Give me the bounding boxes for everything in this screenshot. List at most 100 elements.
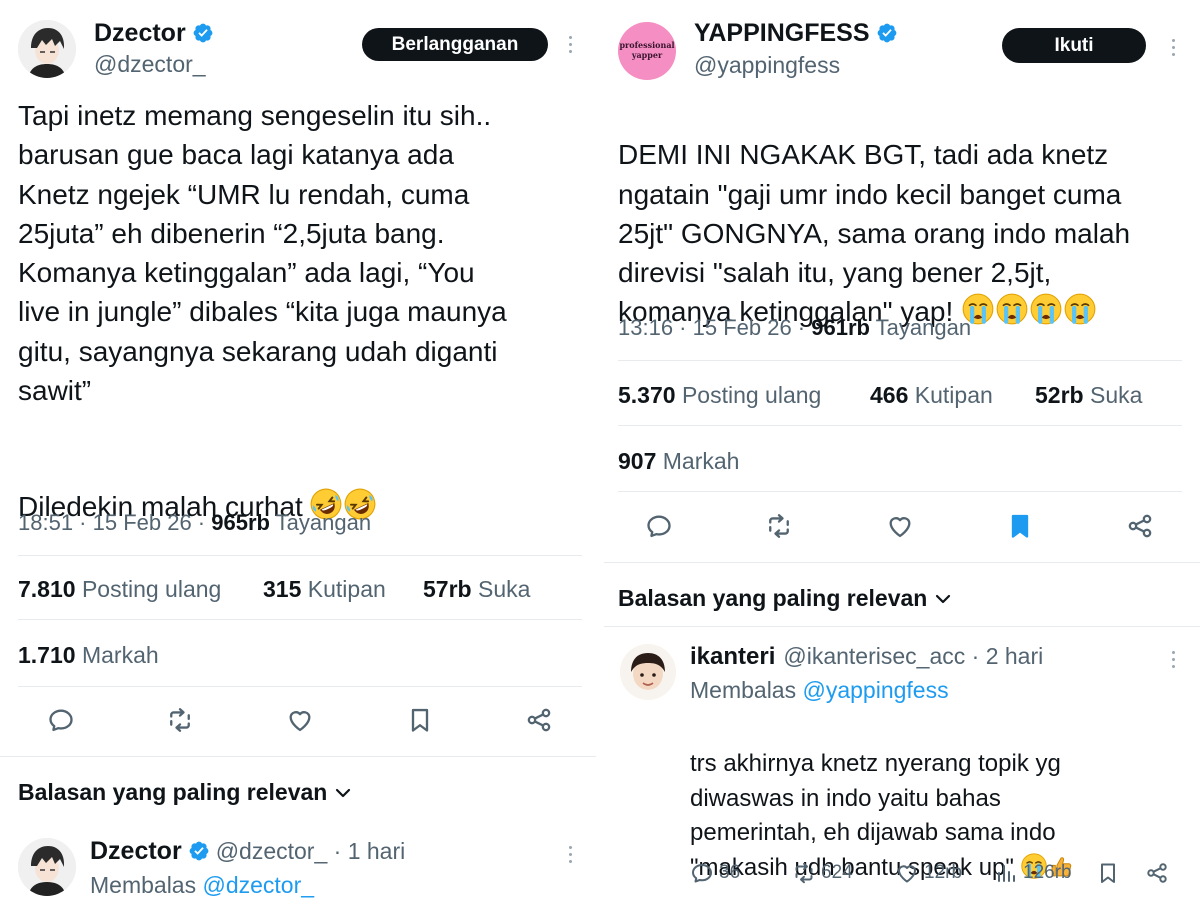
likes-label: Suka bbox=[471, 576, 531, 602]
reposts-label: Posting ulang bbox=[675, 382, 822, 408]
divider bbox=[618, 425, 1182, 426]
divider bbox=[18, 555, 582, 556]
heart-icon bbox=[286, 706, 314, 734]
reply-icon bbox=[690, 861, 714, 885]
author-avatar[interactable] bbox=[18, 20, 76, 78]
subscribe-button[interactable]: Berlangganan bbox=[362, 28, 548, 61]
verified-badge-icon bbox=[876, 22, 898, 44]
replying-to: Membalas @dzector_ bbox=[90, 872, 314, 899]
reply-avatar[interactable] bbox=[620, 644, 676, 700]
bookmarks-stat[interactable]: 1.710 Markah bbox=[18, 642, 159, 669]
quotes-stat[interactable]: 466 Kutipan bbox=[870, 382, 993, 409]
bookmark-button[interactable] bbox=[403, 703, 437, 737]
replying-to-link[interactable]: @dzector_ bbox=[202, 872, 314, 898]
quotes-stat[interactable]: 315 Kutipan bbox=[263, 576, 386, 603]
reposts-count: 5.370 bbox=[618, 382, 676, 408]
share-button[interactable] bbox=[522, 703, 556, 737]
share-button[interactable] bbox=[1123, 509, 1157, 543]
child-photo-avatar-icon bbox=[620, 644, 676, 700]
tweet-meta: 18:51 · 15 Feb 26 · 965rb Tayangan bbox=[18, 510, 371, 536]
bookmarks-label: Markah bbox=[75, 642, 159, 668]
reply-repost-button[interactable]: 624 bbox=[792, 861, 853, 885]
view-count: 965rb bbox=[211, 510, 270, 535]
replying-to-label: Membalas bbox=[90, 872, 203, 898]
more-options-icon[interactable] bbox=[567, 36, 573, 53]
bookmark-button[interactable] bbox=[1003, 509, 1037, 543]
reply-author-name[interactable]: Dzector bbox=[90, 837, 182, 865]
bookmarks-label: Markah bbox=[656, 448, 740, 474]
tweet-meta: 13:16 · 15 Feb 26 · 961rb Tayangan bbox=[618, 315, 971, 341]
replies-sort-dropdown[interactable]: Balasan yang paling relevan bbox=[618, 585, 951, 612]
reply-like-button[interactable]: 12rb bbox=[895, 861, 962, 885]
reply-author-handle[interactable]: @dzector_ bbox=[216, 838, 328, 864]
author-handle[interactable]: @dzector_ bbox=[94, 51, 206, 78]
repost-icon bbox=[792, 861, 816, 885]
reply-avatar[interactable] bbox=[18, 838, 76, 896]
views-label: Tayangan bbox=[269, 510, 372, 535]
likes-label: Suka bbox=[1083, 382, 1143, 408]
bookmark-icon bbox=[406, 706, 434, 734]
likes-stat[interactable]: 57rb Suka bbox=[423, 576, 530, 603]
reply-reply-button[interactable]: 36 bbox=[690, 861, 740, 885]
reply-likes-count: 12rb bbox=[924, 862, 963, 883]
view-count: 961rb bbox=[811, 315, 870, 340]
repost-icon bbox=[166, 706, 194, 734]
reply-button[interactable] bbox=[44, 703, 78, 737]
author-handle[interactable]: @yappingfess bbox=[694, 52, 840, 79]
reply-bookmark-button[interactable] bbox=[1096, 861, 1120, 885]
reply-views-button[interactable]: 126rb bbox=[994, 861, 1072, 885]
reply-reposts-count: 624 bbox=[821, 862, 853, 883]
author-name[interactable]: YAPPINGFESS bbox=[694, 19, 870, 47]
like-button[interactable] bbox=[883, 509, 917, 543]
replies-sort-label: Balasan yang paling relevan bbox=[618, 585, 928, 611]
tweet-text: Tapi inetz memang sengeselin itu sih.. b… bbox=[18, 100, 507, 407]
reply-more-options-icon[interactable] bbox=[1170, 651, 1176, 668]
reply-time[interactable]: · 2 hari bbox=[965, 643, 1044, 669]
heart-icon bbox=[886, 512, 914, 540]
replies-sort-dropdown[interactable]: Balasan yang paling relevan bbox=[18, 779, 351, 806]
like-button[interactable] bbox=[283, 703, 317, 737]
reply-header: Dzector @dzector_ · 1 hari bbox=[90, 837, 405, 866]
author-name-row[interactable]: Dzector bbox=[94, 19, 214, 48]
divider bbox=[18, 686, 582, 687]
quotes-count: 315 bbox=[263, 576, 302, 602]
share-icon bbox=[1145, 861, 1169, 885]
tweet-text: DEMI INI NGAKAK BGT, tadi ada knetz ngat… bbox=[618, 96, 1196, 332]
divider bbox=[604, 626, 1200, 627]
bookmarks-stat[interactable]: 907 Markah bbox=[618, 448, 739, 475]
bookmark-filled-icon bbox=[1006, 512, 1034, 540]
reposts-stat[interactable]: 7.810 Posting ulang bbox=[18, 576, 221, 603]
author-avatar[interactable]: professional yapper bbox=[618, 22, 676, 80]
divider bbox=[618, 360, 1182, 361]
bookmarks-count: 907 bbox=[618, 448, 657, 474]
follow-button[interactable]: Ikuti bbox=[1002, 28, 1146, 63]
divider bbox=[618, 491, 1182, 492]
chevron-down-icon bbox=[336, 788, 351, 798]
bookmark-icon bbox=[1096, 861, 1120, 885]
share-icon bbox=[1126, 512, 1154, 540]
reply-time[interactable]: · 1 hari bbox=[327, 838, 406, 864]
reply-icon bbox=[47, 706, 75, 734]
reply-button[interactable] bbox=[642, 509, 676, 543]
reply-author-handle[interactable]: @ikanterisec_acc bbox=[783, 643, 965, 669]
reposts-stat[interactable]: 5.370 Posting ulang bbox=[618, 382, 821, 409]
repost-button[interactable] bbox=[762, 509, 796, 543]
reply-text: trs akhirnya knetz nyerang topik yg diwa… bbox=[690, 713, 1190, 885]
reposts-label: Posting ulang bbox=[75, 576, 222, 602]
author-name[interactable]: Dzector bbox=[94, 19, 186, 47]
quotes-count: 466 bbox=[870, 382, 909, 408]
more-options-icon[interactable] bbox=[1170, 39, 1176, 56]
sob-emoji-icon bbox=[995, 292, 1029, 326]
share-icon bbox=[525, 706, 553, 734]
reply-share-button[interactable] bbox=[1145, 861, 1169, 885]
repost-button[interactable] bbox=[163, 703, 197, 737]
tweet-timestamp[interactable]: 13:16 · 15 Feb 26 · bbox=[618, 315, 811, 340]
replying-to-link[interactable]: @yappingfess bbox=[802, 677, 948, 703]
reply-author-name[interactable]: ikanteri bbox=[690, 643, 775, 670]
author-name-row[interactable]: YAPPINGFESS bbox=[694, 19, 898, 48]
replies-sort-label: Balasan yang paling relevan bbox=[18, 779, 328, 805]
reply-more-options-icon[interactable] bbox=[567, 846, 573, 863]
tweet-timestamp[interactable]: 18:51 · 15 Feb 26 · bbox=[18, 510, 211, 535]
reply-icon bbox=[645, 512, 673, 540]
likes-stat[interactable]: 52rb Suka bbox=[1035, 382, 1142, 409]
